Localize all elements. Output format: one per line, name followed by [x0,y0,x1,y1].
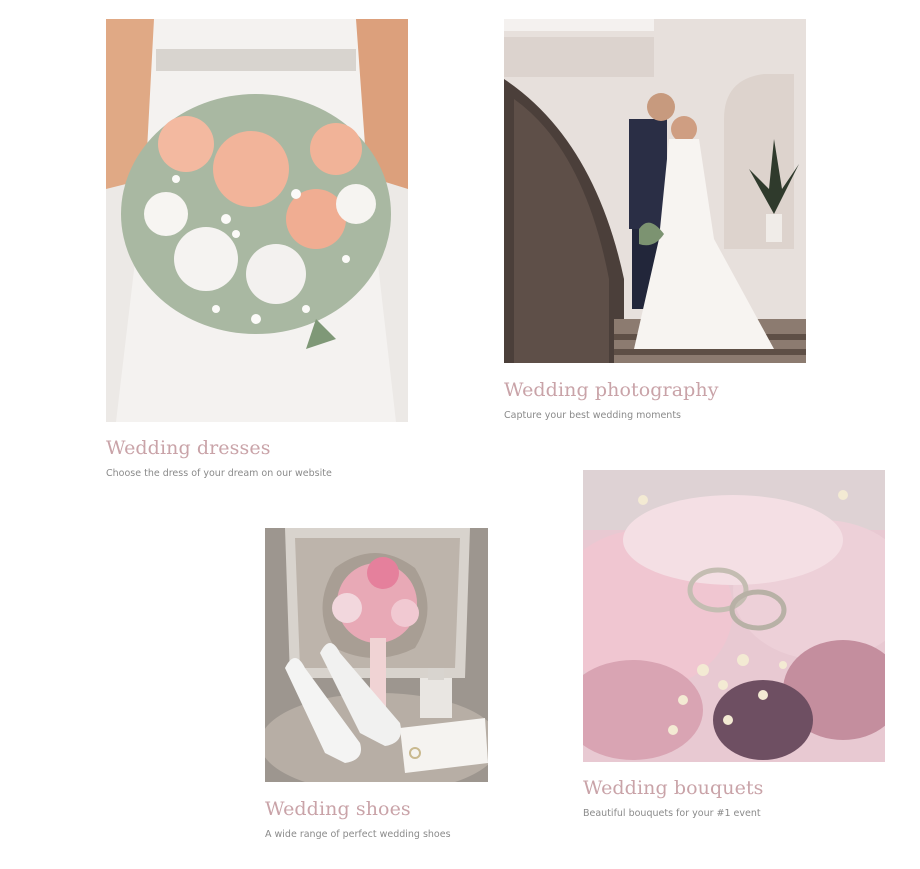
wedding-dresses-description: Choose the dress of your dream on our we… [106,468,332,479]
wedding-shoes-description: A wide range of perfect wedding shoes [265,829,451,840]
wedding-dresses-title[interactable]: Wedding dresses [106,437,271,459]
wedding-photography-title[interactable]: Wedding photography [504,379,719,401]
wedding-dresses-image[interactable] [106,19,408,422]
wedding-bouquets-description: Beautiful bouquets for your #1 event [583,808,761,819]
wedding-shoes-image[interactable] [265,528,488,782]
wedding-shoes-title[interactable]: Wedding shoes [265,798,411,820]
wedding-bouquets-image[interactable] [583,470,885,762]
wedding-photography-image[interactable] [504,19,806,363]
wedding-photography-description: Capture your best wedding moments [504,410,681,421]
wedding-bouquets-title[interactable]: Wedding bouquets [583,777,764,799]
